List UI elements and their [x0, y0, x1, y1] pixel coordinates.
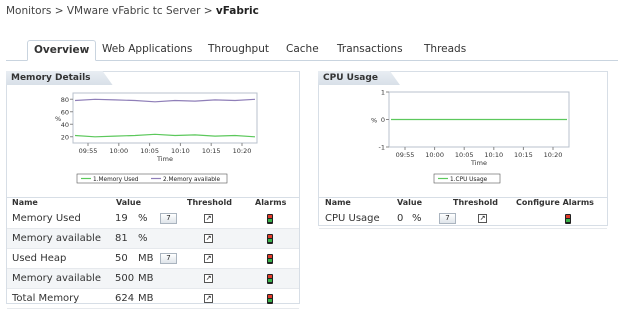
x-axis-label: Time — [156, 155, 173, 163]
row-value: 19 — [115, 213, 128, 224]
x-tick-label: 10:10 — [484, 151, 503, 159]
row-name: Total Memory — [12, 293, 80, 304]
col-name: Name — [325, 198, 351, 207]
col-configure-alarms: Configure Alarms — [516, 198, 594, 207]
table-row: Used Heap 50 MB 7 ↗ — [7, 249, 299, 269]
table-row: CPU Usage 0% 7 ↗ — [319, 209, 607, 229]
tab-web-applications[interactable]: Web Applications — [96, 40, 198, 61]
cpu-usage-title: CPU Usage — [318, 71, 400, 85]
y-tick-label: 1 — [381, 89, 385, 97]
x-tick-label: 10:00 — [425, 151, 444, 159]
tab-cache[interactable]: Cache — [280, 40, 325, 61]
x-tick-label: 10:20 — [233, 147, 252, 155]
cpu-table-header: Name Value Threshold Configure Alarms — [319, 198, 607, 208]
alarm-traffic-light-icon[interactable] — [565, 214, 571, 224]
y-axis-label: % — [55, 115, 61, 123]
alarm-traffic-light-icon[interactable] — [267, 234, 273, 244]
row-unit: MB — [138, 253, 154, 264]
row-value: 500 — [115, 273, 135, 284]
edit-value-button[interactable]: 7 — [160, 213, 177, 224]
cpu-usage-panel: CPU Usage -1 0 1 09:55 10:00 10:05 10:10 10:15 1… — [318, 71, 608, 229]
x-tick-label: 10:05 — [455, 151, 474, 159]
memory-table-header: Name Value Threshold Alarms — [7, 198, 299, 208]
row-unit: % — [138, 233, 148, 244]
cpu-chart-svg: -1 0 1 09:55 10:00 10:05 10:10 10:15 10:20 Time% 1… — [371, 89, 570, 184]
row-value: 0 — [397, 213, 404, 224]
threshold-edit-icon[interactable]: ↗ — [204, 274, 213, 283]
y-tick-label: 80 — [61, 96, 69, 104]
row-name: Memory available — [12, 273, 101, 284]
y-tick-label: 0 — [381, 116, 385, 124]
breadcrumb-path[interactable]: Monitors > VMware vFabric tc Server > — [6, 5, 216, 17]
x-tick-label: 10:00 — [109, 147, 128, 155]
threshold-edit-icon[interactable]: ↗ — [478, 214, 487, 223]
col-alarms: Alarms — [255, 198, 287, 207]
x-tick-label: 10:15 — [514, 151, 533, 159]
threshold-edit-icon[interactable]: ↗ — [204, 294, 213, 303]
x-tick-label: 10:05 — [140, 147, 159, 155]
row-name: Used Heap — [12, 253, 67, 264]
threshold-edit-icon[interactable]: ↗ — [204, 254, 213, 263]
row-unit: MB — [138, 273, 154, 284]
tab-throughput[interactable]: Throughput — [202, 40, 275, 61]
tab-transactions[interactable]: Transactions — [331, 40, 409, 61]
row-value: 50 — [115, 253, 128, 264]
y-tick-label: 60 — [61, 108, 69, 116]
edit-value-button[interactable]: 7 — [160, 253, 177, 264]
x-axis-label: Time — [470, 159, 487, 167]
col-value: Value — [397, 198, 423, 207]
row-unit: MB — [138, 293, 154, 304]
col-threshold: Threshold — [453, 198, 498, 207]
x-tick-label: 10:10 — [171, 147, 190, 155]
x-tick-label: 10:20 — [544, 151, 563, 159]
col-value: Value — [116, 198, 142, 207]
alarm-traffic-light-icon[interactable] — [267, 274, 273, 284]
memory-details-title: Memory Details — [6, 71, 113, 85]
row-value: 81 — [115, 233, 128, 244]
table-row: Memory Used 19% 7 ↗ — [7, 209, 299, 229]
legend-entry: 2.Memory available — [163, 177, 221, 183]
col-name: Name — [12, 198, 38, 207]
y-tick-label: -1 — [379, 144, 385, 152]
tab-threads[interactable]: Threads — [418, 40, 472, 61]
row-unit: % — [412, 213, 422, 224]
memory-chart-svg: 20 40 60 80 09:55 10:00 10:05 10:10 10:15 10:20 Ti… — [55, 92, 258, 184]
breadcrumb-current: vFabric — [215, 5, 259, 17]
memory-details-panel: Memory Details 20 40 60 80 09:55 10:00 10:05 10… — [6, 71, 300, 309]
cpu-chart: -1 0 1 09:55 10:00 10:05 10:10 10:15 10:20 Time% 1… — [319, 86, 607, 198]
row-value: 624 — [115, 293, 135, 304]
breadcrumb: Monitors > VMware vFabric tc Server > vF… — [6, 5, 259, 17]
alarm-traffic-light-icon[interactable] — [267, 254, 273, 264]
memory-chart: 20 40 60 80 09:55 10:00 10:05 10:10 10:15 10:20 Ti… — [7, 86, 299, 198]
legend-entry: 1.CPU Usage — [450, 177, 488, 183]
table-row: Total Memory 624 MB ↗ — [7, 289, 299, 309]
tab-bar: Overview Web Applications Throughput Cac… — [6, 40, 618, 61]
threshold-edit-icon[interactable]: ↗ — [204, 234, 213, 243]
alarm-traffic-light-icon[interactable] — [267, 294, 273, 304]
row-name: Memory available — [12, 233, 101, 244]
x-tick-label: 09:55 — [396, 151, 415, 159]
legend-entry: 1.Memory Used — [93, 177, 139, 183]
edit-value-button[interactable]: 7 — [439, 213, 456, 224]
tab-overview[interactable]: Overview — [27, 40, 97, 61]
x-tick-label: 10:15 — [202, 147, 221, 155]
table-row: Memory available 81% ↗ — [7, 229, 299, 249]
threshold-edit-icon[interactable]: ↗ — [204, 214, 213, 223]
row-name: CPU Usage — [325, 213, 380, 224]
row-unit: % — [138, 213, 148, 224]
y-tick-label: 40 — [61, 121, 69, 129]
y-tick-label: 20 — [61, 133, 69, 141]
alarm-traffic-light-icon[interactable] — [267, 214, 273, 224]
table-row: Memory available 500 MB ↗ — [7, 269, 299, 289]
row-name: Memory Used — [12, 213, 81, 224]
y-axis-label: % — [371, 117, 377, 125]
col-threshold: Threshold — [187, 198, 232, 207]
x-tick-label: 09:55 — [79, 147, 98, 155]
